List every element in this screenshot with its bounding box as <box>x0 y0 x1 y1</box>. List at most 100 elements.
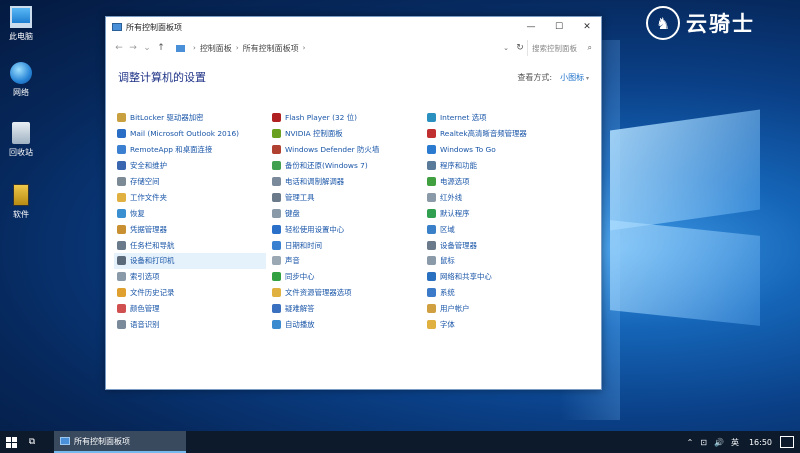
cp-item-taskbar-navigation[interactable]: 任务栏和导航 <box>114 237 266 253</box>
storage-icon <box>117 177 126 186</box>
cp-item-region[interactable]: 区域 <box>424 221 576 237</box>
tools-icon <box>272 192 281 202</box>
cp-item-user-accounts[interactable]: 用户帐户 <box>424 301 576 317</box>
start-button[interactable] <box>0 431 22 453</box>
microphone-icon <box>117 320 126 330</box>
mouse-icon <box>427 256 436 266</box>
task-view-icon[interactable]: ⧉ <box>22 431 42 453</box>
search-icon: ⌕ <box>587 43 592 52</box>
cp-item-sync-center[interactable]: 同步中心 <box>269 269 421 285</box>
maximize-button[interactable]: ☐ <box>545 17 573 37</box>
taskbar-app-control-panel[interactable]: 所有控制面板项 <box>54 431 186 453</box>
programs-icon <box>427 161 436 171</box>
item-label: 设备和打印机 <box>130 256 175 266</box>
item-label: 电话和调制解调器 <box>285 177 345 186</box>
desktop-icon-recycle-bin[interactable]: 回收站 <box>4 122 38 158</box>
refresh-button[interactable]: ↻ <box>513 43 527 53</box>
cp-item-security-maintenance[interactable]: 安全和维护 <box>114 158 266 174</box>
cp-item-indexing-options[interactable]: 索引选项 <box>114 269 266 285</box>
cp-item-color-management[interactable]: 颜色管理 <box>114 301 266 317</box>
cp-item-system[interactable]: 系统 <box>424 285 576 301</box>
system-tray: ⌃ ⊡ 🔊 英 16:50 <box>680 436 800 448</box>
item-label: 轻松使用设置中心 <box>285 224 345 234</box>
cp-item-troubleshooting[interactable]: 疑难解答 <box>269 301 421 317</box>
cp-item-keyboard[interactable]: 键盘 <box>269 205 421 221</box>
speaker-icon <box>272 256 281 266</box>
desktop-icon-software[interactable]: 软件 <box>4 184 38 220</box>
credential-icon <box>117 224 126 234</box>
knight-logo-icon: ♞ <box>646 6 680 40</box>
desktop-icon-network[interactable]: 网络 <box>4 62 38 98</box>
cp-item-infrared[interactable]: 红外线 <box>424 189 576 205</box>
address-bar[interactable]: › 控制面板 › 所有控制面板项 › ⌄ <box>172 40 513 56</box>
cp-item-mouse[interactable]: 鼠标 <box>424 253 576 269</box>
close-button[interactable]: ✕ <box>573 17 601 37</box>
cp-item-fonts[interactable]: 字体 <box>424 317 576 333</box>
nvidia-icon <box>272 129 281 139</box>
cp-item-work-folders[interactable]: 工作文件夹 <box>114 189 266 205</box>
cp-item-network-sharing[interactable]: 网络和共享中心 <box>424 269 576 285</box>
chevron-down-icon[interactable]: ⌄ <box>503 44 509 52</box>
item-label: 日期和时间 <box>285 240 322 250</box>
cp-item-programs-features[interactable]: 程序和功能 <box>424 158 576 174</box>
cp-item-date-time[interactable]: 日期和时间 <box>269 237 421 253</box>
input-method-indicator[interactable]: 英 <box>731 437 739 448</box>
cp-item-speech-recognition[interactable]: 语音识别 <box>114 317 266 333</box>
cp-item-defender-firewall[interactable]: Windows Defender 防火墙 <box>269 142 421 158</box>
cp-item-nvidia[interactable]: NVIDIA 控制面板 <box>269 126 421 142</box>
cp-item-default-programs[interactable]: 默认程序 <box>424 205 576 221</box>
breadcrumb-control-panel[interactable]: 控制面板 <box>200 43 232 54</box>
desktop-icon-label: 回收站 <box>9 148 33 157</box>
cp-item-internet-options[interactable]: Internet 选项 <box>424 110 576 126</box>
up-button[interactable]: ↑ <box>154 43 168 53</box>
cp-item-credential-manager[interactable]: 凭据管理器 <box>114 221 266 237</box>
cp-item-ease-of-access[interactable]: 轻松使用设置中心 <box>269 221 421 237</box>
device-manager-icon <box>427 240 436 250</box>
cp-item-backup-restore[interactable]: 备份和还原(Windows 7) <box>269 158 421 174</box>
file-history-icon <box>117 288 126 298</box>
cp-item-mail[interactable]: Mail (Microsoft Outlook 2016) <box>114 126 266 142</box>
wallpaper-pane-top <box>610 109 760 231</box>
notification-icon[interactable] <box>780 436 794 448</box>
cp-item-storage-spaces[interactable]: 存储空间 <box>114 174 266 190</box>
taskbar: ⧉ 所有控制面板项 ⌃ ⊡ 🔊 英 16:50 <box>0 431 800 453</box>
item-label: BitLocker 驱动器加密 <box>130 113 204 123</box>
cp-item-admin-tools[interactable]: 管理工具 <box>269 189 421 205</box>
cp-item-devices-printers[interactable]: 设备和打印机 <box>114 253 266 269</box>
cp-item-recovery[interactable]: 恢复 <box>114 205 266 221</box>
network-status-icon[interactable]: ⊡ <box>700 438 707 447</box>
cp-item-file-history[interactable]: 文件历史记录 <box>114 285 266 301</box>
item-label: Internet 选项 <box>440 113 487 123</box>
mail-icon <box>117 129 126 139</box>
recent-locations-button[interactable]: ⌄ <box>140 43 154 53</box>
cp-item-realtek-audio[interactable]: Realtek高清晰音频管理器 <box>424 126 576 142</box>
cp-item-sound[interactable]: 声音 <box>269 253 421 269</box>
item-label: 任务栏和导航 <box>130 240 175 250</box>
clock[interactable]: 16:50 <box>749 438 772 447</box>
firewall-icon <box>272 145 281 155</box>
cp-item-phone-modem[interactable]: 电话和调制解调器 <box>269 174 421 190</box>
view-by-dropdown[interactable]: 小图标 <box>560 72 589 83</box>
cp-item-explorer-options[interactable]: 文件资源管理器选项 <box>269 285 421 301</box>
computer-icon <box>10 6 32 28</box>
chevron-up-icon[interactable]: ⌃ <box>687 438 694 447</box>
recovery-icon <box>117 208 126 218</box>
keyboard-icon <box>272 208 281 218</box>
cp-item-bitlocker[interactable]: BitLocker 驱动器加密 <box>114 110 266 126</box>
back-button[interactable]: ← <box>112 43 126 53</box>
search-input[interactable]: 搜索控制面板 ⌕ <box>527 40 595 56</box>
cp-item-autoplay[interactable]: 自动播放 <box>269 317 421 333</box>
cp-item-device-manager[interactable]: 设备管理器 <box>424 237 576 253</box>
color-icon <box>117 304 126 314</box>
minimize-button[interactable]: — <box>517 17 545 37</box>
desktop-icon-this-pc[interactable]: 此电脑 <box>4 6 38 42</box>
item-label: 颜色管理 <box>130 304 160 314</box>
forward-button[interactable]: → <box>126 43 140 53</box>
cp-item-power-options[interactable]: 电源选项 <box>424 174 576 190</box>
cp-item-windows-to-go[interactable]: Windows To Go <box>424 142 576 158</box>
breadcrumb-all-items[interactable]: 所有控制面板项 <box>243 43 299 54</box>
cp-item-remoteapp[interactable]: RemoteApp 和桌面连接 <box>114 142 266 158</box>
cp-item-flash-player[interactable]: Flash Player (32 位) <box>269 110 421 126</box>
volume-icon[interactable]: 🔊 <box>714 438 724 447</box>
title-bar[interactable]: 所有控制面板项 — ☐ ✕ <box>106 17 601 37</box>
